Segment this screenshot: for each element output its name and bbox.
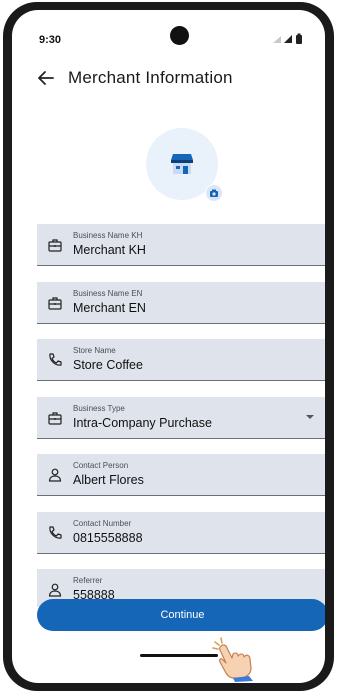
field-value: Store Coffee (73, 358, 143, 372)
field-value: Albert Flores (73, 473, 144, 487)
page-title: Merchant Information (68, 68, 233, 87)
store-avatar[interactable] (146, 128, 223, 202)
status-time: 9:30 (39, 34, 62, 46)
store-icon (171, 154, 193, 174)
phone-frame: 9:30 Merchant Information Business Name … (3, 2, 334, 691)
field-value: Merchant KH (73, 243, 146, 257)
field-label: Business Name KH (73, 231, 143, 240)
phone-icon (49, 526, 62, 539)
business-name-kh-field[interactable]: Business Name KH Merchant KH (37, 224, 325, 266)
business-type-select[interactable]: Business Type Intra-Company Purchase (37, 397, 325, 439)
field-label: Business Name EN (73, 289, 143, 298)
briefcase-icon (48, 412, 62, 425)
back-arrow-icon[interactable] (36, 68, 56, 88)
briefcase-icon (48, 297, 62, 310)
camera-cutout (170, 26, 189, 45)
camera-badge[interactable] (205, 184, 223, 202)
phone-icon (49, 353, 62, 366)
person-icon (48, 468, 62, 482)
field-label: Contact Number (73, 519, 132, 528)
home-indicator[interactable] (140, 654, 218, 657)
business-name-en-field[interactable]: Business Name EN Merchant EN (37, 282, 325, 324)
signal-battery-icon (273, 33, 302, 44)
contact-number-field[interactable]: Contact Number 0815558888 (37, 512, 325, 554)
person-icon (48, 583, 62, 597)
continue-button[interactable]: Continue (37, 599, 325, 631)
field-label: Business Type (73, 404, 125, 413)
contact-person-field[interactable]: Contact Person Albert Flores (37, 454, 325, 496)
chevron-down-icon[interactable] (306, 415, 314, 419)
field-label: Contact Person (73, 461, 129, 470)
field-value: 0815558888 (73, 531, 143, 545)
status-bar: 9:30 (12, 10, 325, 56)
store-name-field[interactable]: Store Name Store Coffee (37, 339, 325, 381)
app-header: Merchant Information (12, 64, 325, 94)
field-value: Merchant EN (73, 301, 146, 315)
app-screen: 9:30 Merchant Information Business Name … (12, 10, 325, 683)
camera-icon (210, 189, 218, 197)
field-label: Store Name (73, 346, 116, 355)
field-value: Intra-Company Purchase (73, 416, 212, 430)
briefcase-icon (48, 239, 62, 252)
field-label: Referrer (73, 576, 103, 585)
tap-hand-icon (212, 637, 253, 682)
